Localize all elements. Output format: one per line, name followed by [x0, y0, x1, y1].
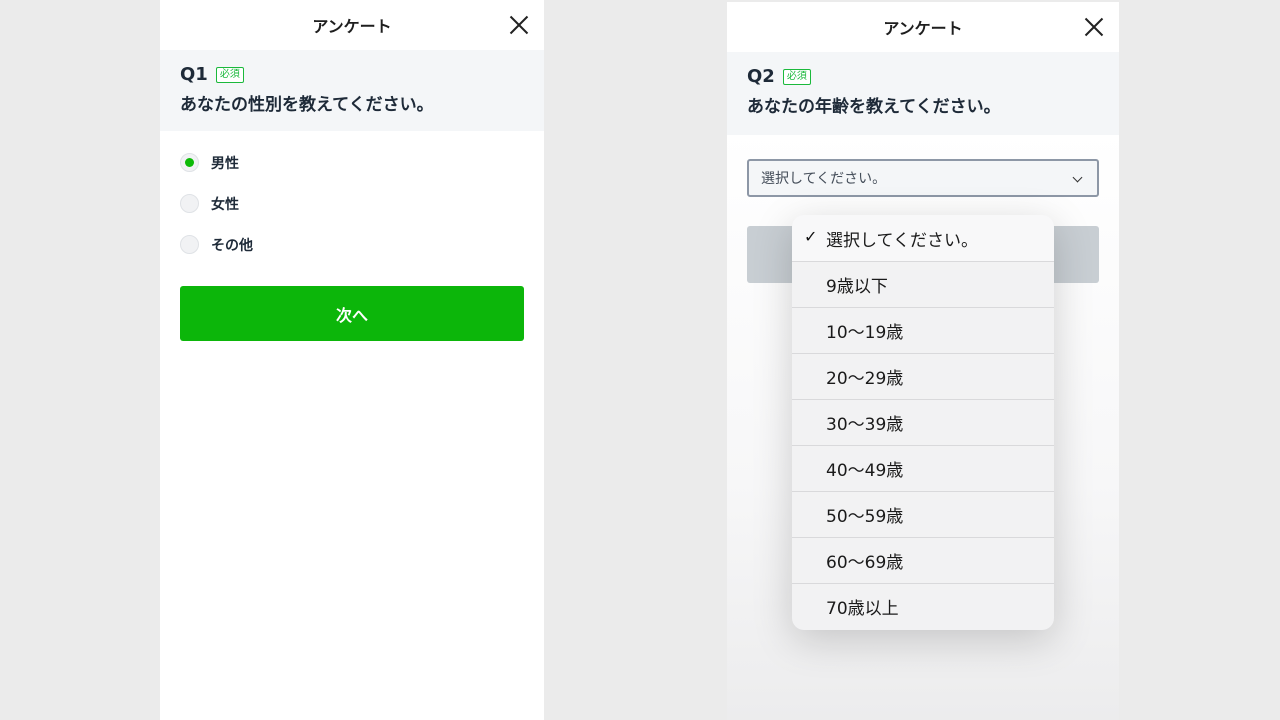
required-badge: 必須: [215, 66, 244, 83]
question-text: あなたの性別を教えてください。: [180, 95, 434, 115]
next-button[interactable]: 次へ: [180, 286, 524, 341]
dropdown-option[interactable]: 9歳以下: [792, 261, 1054, 307]
chevron-down-icon: [1072, 172, 1083, 183]
radio-button[interactable]: [180, 194, 199, 213]
option-female[interactable]: 女性: [180, 183, 524, 224]
header: アンケート: [727, 2, 1119, 52]
dropdown-option[interactable]: 10～19歳: [792, 307, 1054, 353]
header: アンケート: [160, 0, 544, 50]
dropdown-option-label: 9歳以下: [826, 277, 888, 297]
close-icon[interactable]: [1083, 16, 1105, 38]
question-number: Q1: [180, 64, 208, 85]
option-male[interactable]: 男性: [180, 142, 524, 183]
header-title: アンケート: [883, 19, 963, 38]
dropdown-option[interactable]: ✓ 選択してください。: [792, 215, 1054, 261]
dropdown-option[interactable]: 50～59歳: [792, 491, 1054, 537]
dropdown-option[interactable]: 20～29歳: [792, 353, 1054, 399]
dropdown-option[interactable]: 30～39歳: [792, 399, 1054, 445]
dropdown-option-label: 70歳以上: [826, 599, 899, 619]
question-text: あなたの年齢を教えてください。: [747, 97, 1001, 117]
question-number: Q2: [747, 66, 775, 87]
age-dropdown-menu: ✓ 選択してください。 9歳以下 10～19歳 20～29歳 30～39歳 40…: [792, 215, 1054, 630]
dropdown-option-label: 60～69歳: [826, 553, 904, 573]
radio-button[interactable]: [180, 235, 199, 254]
dropdown-option[interactable]: 40～49歳: [792, 445, 1054, 491]
dropdown-option-label: 40～49歳: [826, 461, 904, 481]
dropdown-option[interactable]: 60～69歳: [792, 537, 1054, 583]
gender-options: 男性 女性 その他: [160, 131, 544, 265]
question-block: Q1 必須 あなたの性別を教えてください。: [160, 50, 544, 131]
dropdown-option[interactable]: 70歳以上: [792, 583, 1054, 629]
dropdown-option-label: 10～19歳: [826, 323, 904, 343]
option-other[interactable]: その他: [180, 224, 524, 265]
question-block: Q2 必須 あなたの年齢を教えてください。: [727, 52, 1119, 135]
radio-button[interactable]: [180, 153, 199, 172]
select-value: 選択してください。: [761, 171, 887, 187]
required-badge: 必須: [782, 68, 811, 85]
close-icon[interactable]: [508, 14, 530, 36]
dropdown-option-label: 20～29歳: [826, 369, 904, 389]
option-label: 男性: [211, 155, 239, 172]
dropdown-option-label: 30～39歳: [826, 415, 904, 435]
survey-screen-q1: アンケート Q1 必須 あなたの性別を教えてください。 男性 女性 その他 次へ: [160, 0, 544, 720]
option-label: その他: [211, 237, 253, 254]
age-select[interactable]: 選択してください。: [747, 159, 1099, 197]
checkmark-icon: ✓: [804, 227, 818, 246]
dropdown-option-label: 選択してください。: [826, 230, 978, 251]
header-title: アンケート: [312, 17, 392, 36]
dropdown-option-label: 50～59歳: [826, 507, 904, 527]
option-label: 女性: [211, 196, 239, 213]
